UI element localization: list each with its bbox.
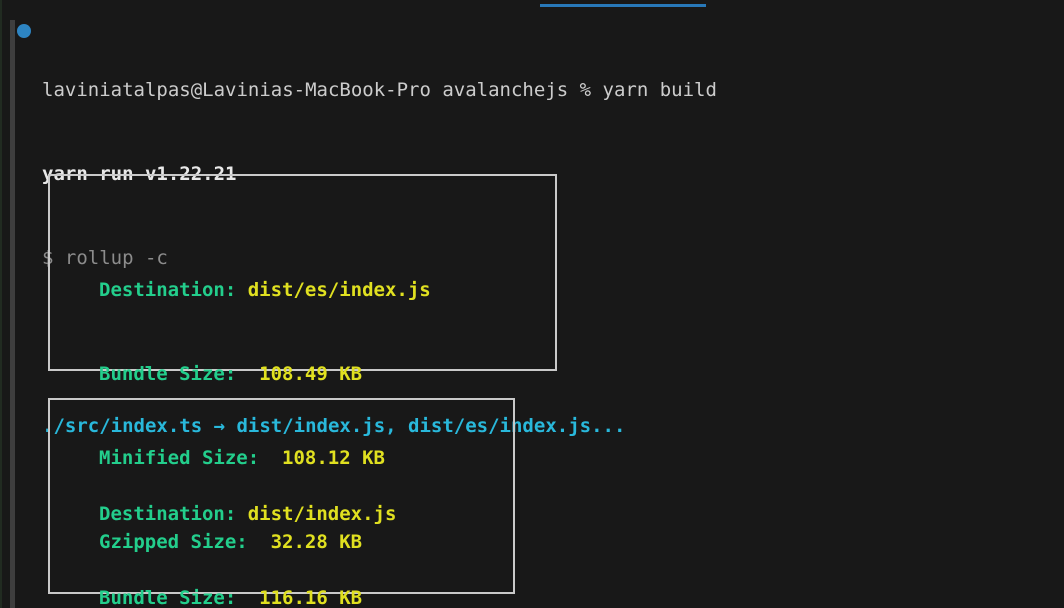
panel-left-edge [0,0,2,608]
stat-value: 116.16 KB [259,587,362,608]
stat-label: Destination: [99,503,248,525]
shell-prompt-line: laviniatalpas@Lavinias-MacBook-Pro avala… [42,76,717,104]
stat-label: Destination: [99,279,248,301]
stat-value: dist/index.js [248,503,397,525]
terminal-scrollbar[interactable] [10,20,15,608]
bundle-summary-box-es: Destination: dist/es/index.js Bundle Siz… [48,174,557,371]
terminal-panel[interactable]: laviniatalpas@Lavinias-MacBook-Pro avala… [0,0,1064,608]
stat-row-bundle-size: Bundle Size: 116.16 KB [99,584,513,608]
stat-label: Bundle Size: [99,363,259,385]
active-tab-indicator [540,4,706,7]
stat-row-destination: Destination: dist/index.js [99,500,513,528]
stat-label: Bundle Size: [99,587,259,608]
stat-row-bundle-size: Bundle Size: 108.49 KB [99,360,555,388]
stat-row-destination: Destination: dist/es/index.js [99,276,555,304]
stat-value: dist/es/index.js [248,279,431,301]
stat-value: 108.49 KB [259,363,362,385]
bundle-summary-box-cjs: Destination: dist/index.js Bundle Size: … [48,398,515,594]
command-decoration-icon[interactable] [17,24,31,38]
